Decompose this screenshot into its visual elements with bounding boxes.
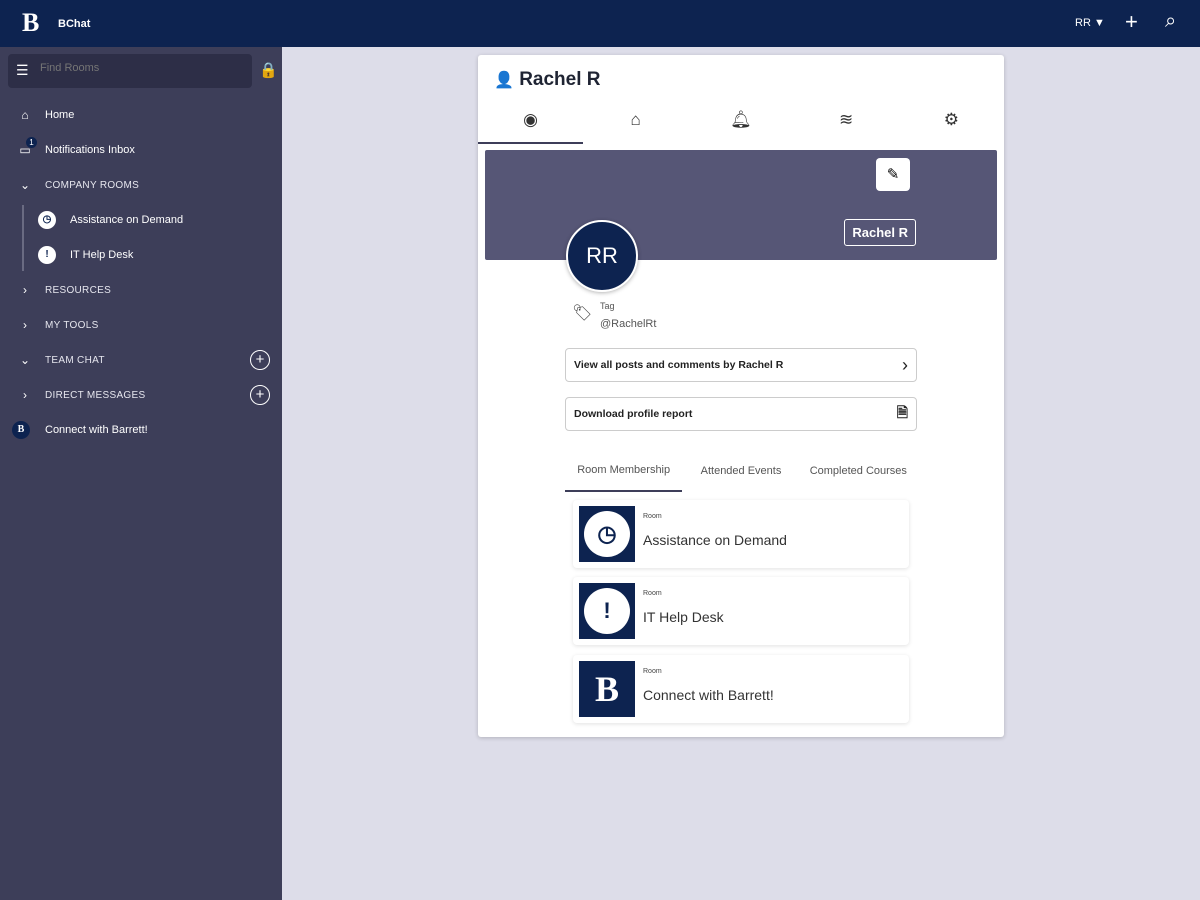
sidebar-item-home[interactable]: ⌂ Home — [0, 100, 282, 130]
user-menu[interactable]: RR ▼ — [1075, 17, 1105, 29]
label: Assistance on Demand — [70, 214, 184, 226]
tag-value: @RachelRt — [600, 318, 657, 330]
room-name: IT Help Desk — [643, 609, 724, 625]
label: View all posts and comments by Rachel R — [574, 359, 784, 371]
label: RESOURCES — [45, 284, 112, 296]
membership-tabs: Room Membership Attended Events Complete… — [565, 450, 917, 492]
tab-bell-icon[interactable]: 🔔︎ — [688, 100, 793, 144]
section-resources[interactable]: › RESOURCES — [0, 275, 282, 305]
tab-gear-icon[interactable]: ⚙ — [899, 100, 1004, 144]
app-name: BChat — [58, 18, 91, 30]
tab-profile-icon[interactable]: ◉ — [478, 100, 583, 144]
tab-rss-icon[interactable]: ≋ — [794, 100, 899, 144]
sidebar: ☰ 🔒 ⌂ Home ▭1 Notifications Inbox ⌄ COMPANY… — [0, 47, 282, 900]
add-direct-message-icon[interactable]: + — [250, 385, 270, 405]
section-company-rooms[interactable]: ⌄ COMPANY ROOMS — [0, 170, 282, 200]
alert-icon: ! — [38, 246, 56, 264]
room-label: Room — [643, 513, 662, 520]
chevron-right-icon: › — [23, 318, 27, 332]
search-icon[interactable]: ⌕ — [1165, 10, 1176, 33]
label: COMPANY ROOMS — [45, 179, 140, 191]
chevron-right-icon: › — [902, 354, 908, 375]
chevron-down-icon: ⌄ — [19, 178, 31, 192]
chevron-right-icon: › — [23, 388, 27, 402]
user-icon: 👤 — [494, 72, 514, 89]
profile-title: 👤 Rachel R — [494, 69, 601, 91]
add-team-chat-icon[interactable]: + — [250, 350, 270, 370]
search-list-icon: ☰ — [16, 62, 29, 78]
lock-icon[interactable]: 🔒 — [259, 61, 278, 79]
room-name: Assistance on Demand — [643, 532, 787, 548]
room-item[interactable]: ! Room IT Help Desk — [573, 577, 909, 645]
stopwatch-icon: ◷ — [579, 506, 635, 562]
tag-label: Tag — [600, 301, 615, 311]
avatar: RR — [566, 220, 638, 292]
add-icon[interactable]: + — [1125, 9, 1138, 35]
profile-name: Rachel R — [519, 69, 601, 90]
caret-down-icon: ▼ — [1093, 17, 1105, 29]
tab-room-membership[interactable]: Room Membership — [565, 450, 683, 492]
label: Connect with Barrett! — [45, 424, 148, 436]
label: IT Help Desk — [70, 249, 134, 261]
bchat-logo[interactable]: B — [22, 8, 39, 38]
top-bar: B BChat RR ▼ + ⌕ — [0, 0, 1200, 47]
sidebar-item-notifications[interactable]: ▭ 1 Notifications Inbox — [0, 135, 282, 165]
tab-attended-events[interactable]: Attended Events — [682, 450, 799, 492]
label: Download profile report — [574, 408, 693, 420]
sidebar-room-assistance[interactable]: ◷ Assistance on Demand — [0, 205, 282, 235]
section-my-tools[interactable]: › MY TOOLS — [0, 310, 282, 340]
alert-icon: ! — [579, 583, 635, 639]
profile-tabs: ◉ ⌂ 🔔︎ ≋ ⚙ — [478, 100, 1004, 144]
file-download-icon: 🗎 — [896, 404, 908, 420]
room-label: Room — [643, 590, 662, 597]
tab-home-icon[interactable]: ⌂ — [583, 100, 688, 144]
inbox-icon: ▭ 1 — [16, 137, 37, 157]
chevron-down-icon: ⌄ — [19, 353, 31, 367]
sidebar-item-connect[interactable]: B Connect with Barrett! — [0, 415, 282, 445]
stopwatch-icon: ◷ — [38, 211, 56, 229]
notification-badge: 1 — [26, 137, 37, 148]
label: TEAM CHAT — [45, 354, 105, 366]
label: DIRECT MESSAGES — [45, 389, 146, 401]
room-item[interactable]: B Room Connect with Barrett! — [573, 655, 909, 723]
find-rooms-input[interactable] — [40, 62, 240, 74]
barrett-logo-icon: B — [579, 661, 635, 717]
room-label: Room — [643, 668, 662, 675]
tab-completed-courses[interactable]: Completed Courses — [800, 450, 917, 492]
view-posts-button[interactable]: View all posts and comments by Rachel R › — [565, 348, 917, 382]
user-initials: RR — [1075, 17, 1091, 29]
room-name: Connect with Barrett! — [643, 687, 774, 703]
section-direct-messages[interactable]: › DIRECT MESSAGES + — [0, 380, 282, 410]
banner-name-button[interactable]: Rachel R — [844, 219, 916, 246]
tag-icon: 🏷︎ — [572, 305, 593, 322]
home-icon: ⌂ — [21, 108, 29, 122]
edit-pencil-icon[interactable]: ✎ — [876, 158, 910, 191]
label: Home — [45, 109, 75, 121]
find-rooms-search[interactable]: ☰ — [8, 54, 252, 88]
profile-banner: ✎ Rachel R — [485, 150, 997, 260]
chevron-right-icon: › — [23, 283, 27, 297]
label: Notifications Inbox — [45, 144, 135, 156]
profile-card: 👤 Rachel R ◉ ⌂ 🔔︎ ≋ ⚙ ✎ Rachel R RR 🏷︎ T… — [478, 55, 1004, 737]
section-team-chat[interactable]: ⌄ TEAM CHAT + — [0, 345, 282, 375]
barrett-logo-icon: B — [12, 421, 30, 439]
download-report-button[interactable]: Download profile report 🗎 — [565, 397, 917, 431]
room-item[interactable]: ◷ Room Assistance on Demand — [573, 500, 909, 568]
sidebar-room-it-help[interactable]: ! IT Help Desk — [0, 240, 282, 270]
label: MY TOOLS — [45, 319, 99, 331]
